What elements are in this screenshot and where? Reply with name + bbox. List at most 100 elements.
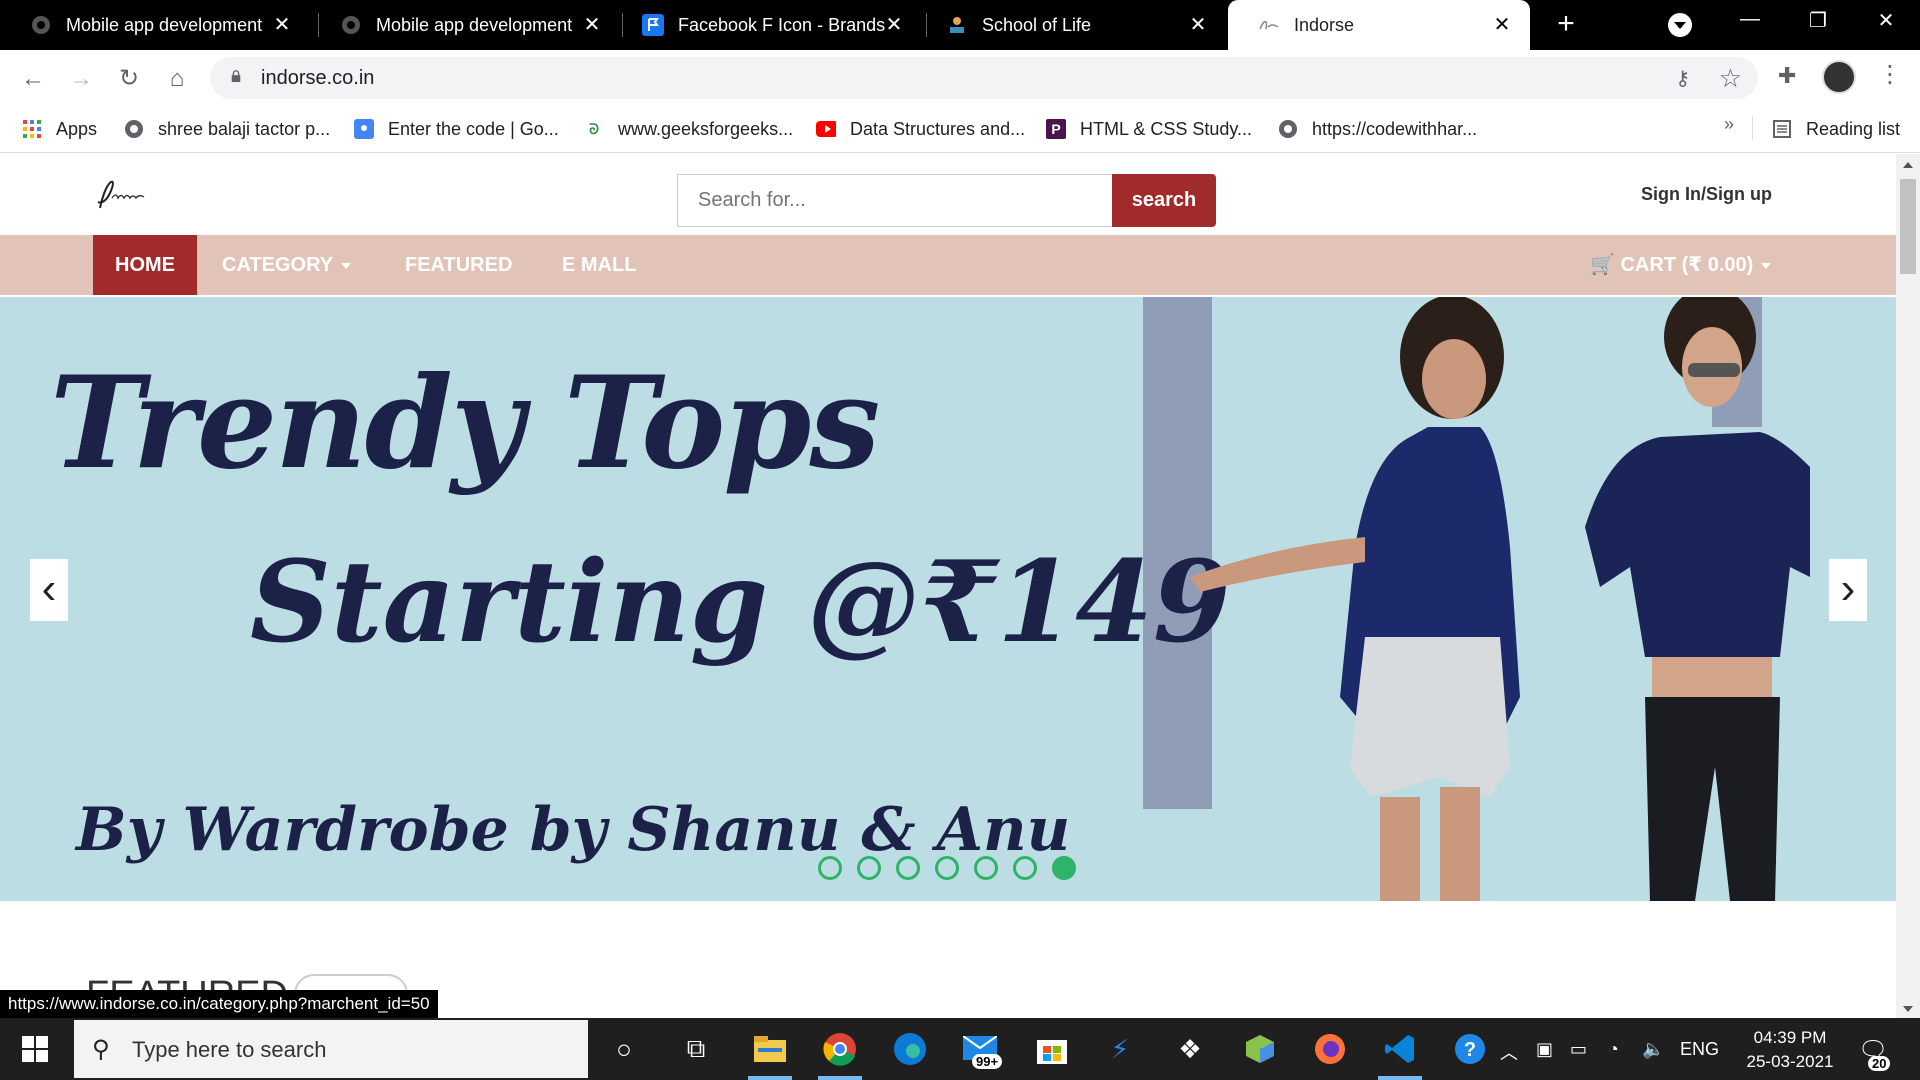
volume-icon[interactable]: 🔈 [1642, 1039, 1664, 1060]
active-indicator [818, 1076, 862, 1080]
profile-avatar[interactable] [1822, 60, 1856, 94]
nav-category[interactable]: CATEGORY [222, 235, 352, 295]
carousel-prev-button[interactable]: ‹ [30, 559, 68, 621]
battery-icon[interactable]: ▭ [1570, 1039, 1587, 1060]
home-button[interactable]: ⌂ [162, 64, 192, 94]
p-icon: P [1046, 119, 1066, 139]
carousel-dot-1[interactable] [818, 856, 842, 880]
close-tab-icon[interactable]: ✕ [1186, 13, 1210, 37]
bookmark-codewithharry[interactable]: https://codewithhar... [1278, 116, 1477, 142]
flutter-dart-icon[interactable]: ⚡ [1100, 1029, 1140, 1069]
carousel-dot-4[interactable] [935, 856, 959, 880]
reading-list-icon [1772, 119, 1792, 139]
meet-now-icon[interactable]: ▣ [1536, 1039, 1553, 1060]
tab-search-button[interactable] [1668, 13, 1692, 37]
book-stack-icon [946, 14, 968, 36]
indorse-logo[interactable] [92, 174, 154, 214]
scroll-up-arrow-icon[interactable] [1903, 162, 1913, 168]
page-scrollbar[interactable] [1896, 154, 1920, 1018]
firefox-icon[interactable] [1310, 1029, 1350, 1069]
address-bar[interactable]: indorse.co.in ⚷ ☆ [210, 57, 1758, 99]
bookmark-label: shree balaji tactor p... [158, 118, 331, 139]
carousel-dot-7[interactable] [1052, 856, 1076, 880]
tab-mobile-app-1[interactable]: Mobile app development ✕ [0, 0, 310, 50]
taskbar-search-box[interactable]: ⚲ Type here to search [74, 1020, 588, 1078]
tab-indorse[interactable]: Indorse ✕ [1228, 0, 1530, 50]
menu-kebab-icon[interactable]: ⋮ [1878, 60, 1902, 89]
cube-app-icon[interactable] [1240, 1029, 1280, 1069]
bookmark-shree-balaji[interactable]: shree balaji tactor p... [124, 116, 330, 142]
carousel-dot-2[interactable] [857, 856, 881, 880]
tab-title: Mobile app development [66, 14, 263, 35]
file-explorer-icon[interactable] [750, 1029, 790, 1069]
close-tab-icon[interactable]: ✕ [882, 13, 906, 37]
bookmark-label: Apps [56, 118, 98, 139]
browser-toolbar: ← → ↻ ⌂ indorse.co.in ⚷ ☆ [0, 50, 1920, 106]
reload-button[interactable]: ↻ [114, 64, 144, 94]
banner-price: Starting @₹149 [250, 537, 1231, 668]
windows-start-icon[interactable] [22, 1036, 48, 1062]
back-button[interactable]: ← [18, 64, 48, 94]
carousel-dot-3[interactable] [896, 856, 920, 880]
bookmark-html-css[interactable]: P HTML & CSS Study... [1046, 116, 1252, 142]
key-icon[interactable]: ⚷ [1675, 66, 1690, 91]
tab-school-of-life[interactable]: School of Life ✕ [916, 0, 1226, 50]
bookmark-enter-code[interactable]: Enter the code | Go... [354, 116, 559, 142]
close-tab-icon[interactable]: ✕ [580, 13, 604, 37]
tab-mobile-app-2[interactable]: Mobile app development ✕ [310, 0, 620, 50]
dropbox-icon[interactable]: ❖ [1170, 1029, 1210, 1069]
windows-taskbar: ⚲ Type here to search ○ ⧉ 99+ ⚡ ❖ ? ︿ ▣ … [0, 1018, 1920, 1080]
taskbar-clock[interactable]: 04:39 PM 25-03-2021 [1742, 1026, 1838, 1074]
new-tab-button[interactable]: + [1550, 9, 1582, 41]
tab-strip: Mobile app development ✕ Mobile app deve… [0, 0, 1920, 50]
bookmark-label: https://codewithhar... [1312, 118, 1478, 139]
flag-icon [642, 14, 664, 36]
minimize-button[interactable]: — [1730, 8, 1770, 38]
scroll-thumb[interactable] [1900, 179, 1916, 274]
nav-featured[interactable]: FEATURED [405, 235, 512, 295]
site-search-input[interactable] [677, 174, 1113, 227]
carousel-dot-6[interactable] [1013, 856, 1037, 880]
bookmark-star-icon[interactable]: ☆ [1719, 63, 1742, 94]
cart-dropdown[interactable]: 🛒 CART (₹ 0.00) [1590, 235, 1772, 295]
youtube-icon [816, 119, 836, 139]
show-hidden-icons-chevron-icon[interactable]: ︿ [1500, 1039, 1518, 1065]
nav-home[interactable]: HOME [93, 235, 197, 295]
edge-icon[interactable] [890, 1029, 930, 1069]
extensions-puzzle-icon[interactable]: ✚ [1778, 63, 1796, 89]
indorse-logo-icon [1258, 14, 1280, 36]
signin-link[interactable]: Sign In/Sign up [1641, 184, 1772, 205]
tab-title: School of Life [982, 14, 1092, 35]
carousel-next-button[interactable]: › [1829, 559, 1867, 621]
help-icon[interactable]: ? [1450, 1029, 1490, 1069]
forward-button[interactable]: → [66, 64, 96, 94]
bookmark-label: HTML & CSS Study... [1080, 118, 1253, 139]
hero-carousel: Trendy Tops Starting @₹149 By Wardrobe b… [0, 297, 1896, 901]
bookmark-data-structures[interactable]: Data Structures and... [816, 116, 1025, 142]
close-window-button[interactable]: ✕ [1866, 8, 1906, 38]
restore-button[interactable]: ❐ [1798, 8, 1838, 38]
banner-models-image [1190, 297, 1810, 901]
nav-emall[interactable]: E MALL [562, 235, 636, 295]
lock-icon [231, 70, 241, 82]
language-indicator[interactable]: ENG [1680, 1039, 1719, 1060]
scroll-down-arrow-icon[interactable] [1903, 1006, 1913, 1012]
more-bookmarks-chevron-icon[interactable]: » [1724, 114, 1734, 135]
cart-label: CART (₹ 0.00) [1620, 254, 1754, 276]
task-view-icon[interactable]: ⧉ [676, 1029, 716, 1069]
bookmark-geeksforgeeks[interactable]: ᘐ www.geeksforgeeks... [584, 116, 793, 142]
carousel-dot-5[interactable] [974, 856, 998, 880]
cortana-icon[interactable]: ○ [604, 1029, 644, 1069]
close-tab-icon[interactable]: ✕ [1490, 13, 1514, 37]
bookmark-apps[interactable]: Apps [22, 116, 97, 142]
wifi-icon[interactable]: ◔ [1608, 1039, 1619, 1060]
geeksforgeeks-icon: ᘐ [589, 120, 599, 137]
chrome-icon[interactable] [820, 1029, 860, 1069]
vscode-icon[interactable] [1380, 1029, 1420, 1069]
reading-list-button[interactable]: Reading list [1772, 116, 1900, 142]
site-search-button[interactable]: search [1112, 174, 1216, 227]
microsoft-store-icon[interactable] [1032, 1029, 1072, 1069]
close-tab-icon[interactable]: ✕ [270, 13, 294, 37]
clock-date: 25-03-2021 [1746, 1052, 1834, 1071]
tab-facebook-icon[interactable]: Facebook F Icon - Brands ✕ [612, 0, 922, 50]
